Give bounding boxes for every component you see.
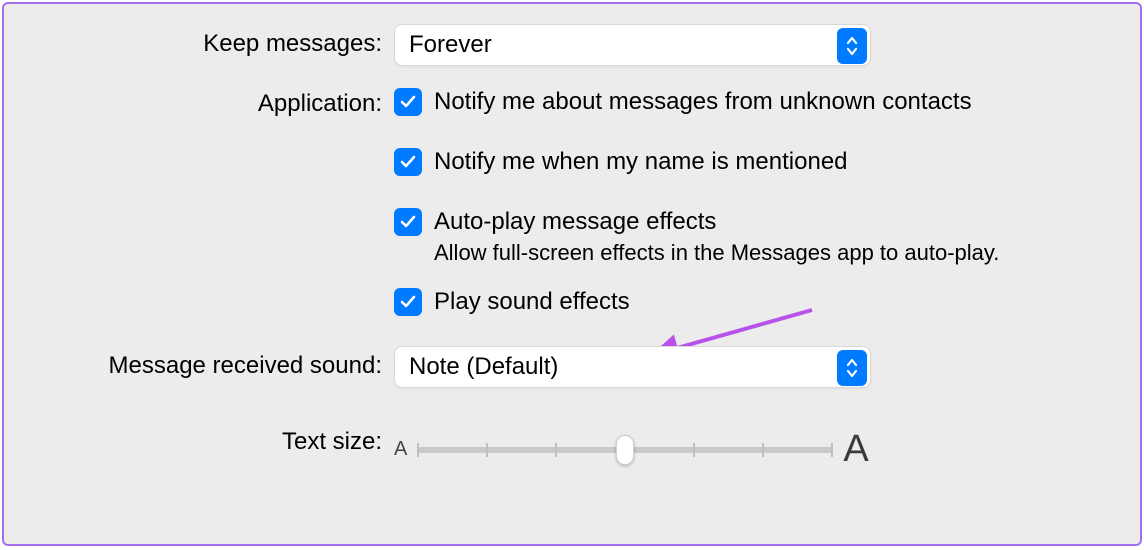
updown-stepper-icon: [837, 350, 867, 386]
notify-mentioned-row: Notify me when my name is mentioned: [394, 144, 1140, 176]
notify-mentioned-label: Notify me when my name is mentioned: [434, 148, 848, 176]
received-sound-value: Note (Default): [409, 353, 558, 381]
play-sound-label: Play sound effects: [434, 288, 630, 316]
text-size-large-a: A: [843, 428, 868, 471]
received-sound-select[interactable]: Note (Default): [394, 346, 871, 388]
keep-messages-row: Keep messages: Forever: [4, 24, 1140, 66]
slider-tick: [831, 443, 833, 457]
notify-unknown-label: Notify me about messages from unknown co…: [434, 88, 972, 116]
application-row: Application: Notify me about messages fr…: [4, 84, 1140, 326]
notify-unknown-checkbox[interactable]: [394, 88, 422, 116]
slider-tick: [693, 443, 695, 457]
slider-tick: [417, 443, 419, 457]
auto-play-description: Allow full-screen effects in the Message…: [434, 240, 1140, 266]
auto-play-label: Auto-play message effects: [434, 208, 716, 236]
updown-stepper-icon: [837, 28, 867, 64]
received-sound-label: Message received sound:: [4, 346, 394, 380]
text-size-small-a: A: [394, 438, 407, 461]
auto-play-checkbox[interactable]: [394, 208, 422, 236]
application-label: Application:: [4, 84, 394, 118]
play-sound-checkbox[interactable]: [394, 288, 422, 316]
received-sound-row: Message received sound: Note (Default): [4, 346, 1140, 388]
keep-messages-value: Forever: [409, 31, 492, 59]
keep-messages-label: Keep messages:: [4, 24, 394, 58]
slider-tick: [555, 443, 557, 457]
settings-panel: Keep messages: Forever Application: Not: [2, 2, 1142, 546]
slider-thumb[interactable]: [616, 435, 634, 465]
slider-tick: [762, 443, 764, 457]
text-size-row: Text size: A A: [4, 422, 1140, 471]
text-size-slider[interactable]: [417, 435, 833, 465]
play-sound-row: Play sound effects: [394, 284, 1140, 316]
keep-messages-select[interactable]: Forever: [394, 24, 871, 66]
notify-unknown-row: Notify me about messages from unknown co…: [394, 84, 1140, 116]
slider-tick: [486, 443, 488, 457]
text-size-label: Text size:: [4, 422, 394, 456]
notify-mentioned-checkbox[interactable]: [394, 148, 422, 176]
auto-play-row: Auto-play message effects: [394, 204, 1140, 236]
